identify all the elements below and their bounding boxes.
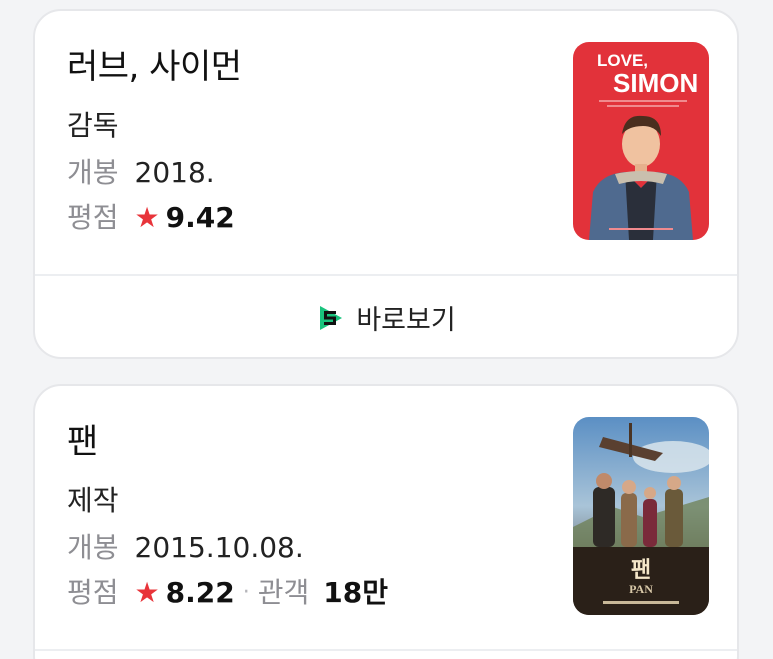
poster-title-en: PAN (629, 582, 653, 596)
release-label: 개봉 (67, 531, 119, 564)
poster-title-kr: 팬 (631, 558, 651, 583)
audience-value: 18만 (323, 576, 388, 609)
movie-poster[interactable]: 팬 PAN (573, 417, 709, 615)
release-row: 개봉 2018. (67, 156, 215, 190)
movie-role: 제작 (67, 484, 119, 517)
watch-now-button[interactable]: 바로보기 (35, 276, 737, 357)
rating-score: 9.42 (165, 201, 235, 234)
movie-title[interactable]: 팬 (67, 422, 98, 462)
rating-label: 평점 (67, 576, 119, 609)
audience-label: 관객 (257, 576, 310, 609)
rating-row: 평점 ★ 9.42 (67, 201, 235, 235)
release-label: 개봉 (67, 156, 119, 189)
release-value: 2018. (134, 156, 215, 189)
poster-title-bottom: SIMON (613, 68, 698, 98)
separator-dot: · (242, 580, 250, 605)
watch-now-label: 바로보기 (356, 305, 456, 336)
poster-pan-image: 팬 PAN (573, 417, 709, 615)
rating-score: 8.22 (165, 576, 235, 609)
card-divider (35, 649, 737, 651)
movie-role: 감독 (67, 109, 119, 142)
series-on-icon (320, 305, 343, 330)
movie-poster[interactable]: LOVE, SIMON (573, 42, 709, 240)
movie-card-body[interactable]: 러브, 사이먼 감독 개봉 2018. 평점 ★ 9.42 LOVE, SIMO… (35, 11, 737, 274)
movie-card-body[interactable]: 팬 제작 개봉 2015.10.08. 평점 ★ 8.22 · 관객 18만 팬… (35, 386, 737, 649)
poster-love-simon-image: LOVE, SIMON (573, 42, 709, 240)
release-row: 개봉 2015.10.08. (67, 531, 304, 565)
release-value: 2015.10.08. (134, 531, 304, 564)
rating-label: 평점 (67, 201, 119, 234)
movie-title[interactable]: 러브, 사이먼 (67, 47, 242, 87)
star-icon: ★ (134, 576, 160, 609)
movie-card-pan[interactable]: 팬 제작 개봉 2015.10.08. 평점 ★ 8.22 · 관객 18만 팬… (33, 384, 739, 659)
movie-card-love-simon[interactable]: 러브, 사이먼 감독 개봉 2018. 평점 ★ 9.42 LOVE, SIMO… (33, 9, 739, 359)
search-results: 러브, 사이먼 감독 개봉 2018. 평점 ★ 9.42 LOVE, SIMO… (0, 0, 773, 659)
star-icon: ★ (134, 201, 160, 234)
rating-row: 평점 ★ 8.22 · 관객 18만 (67, 576, 388, 610)
